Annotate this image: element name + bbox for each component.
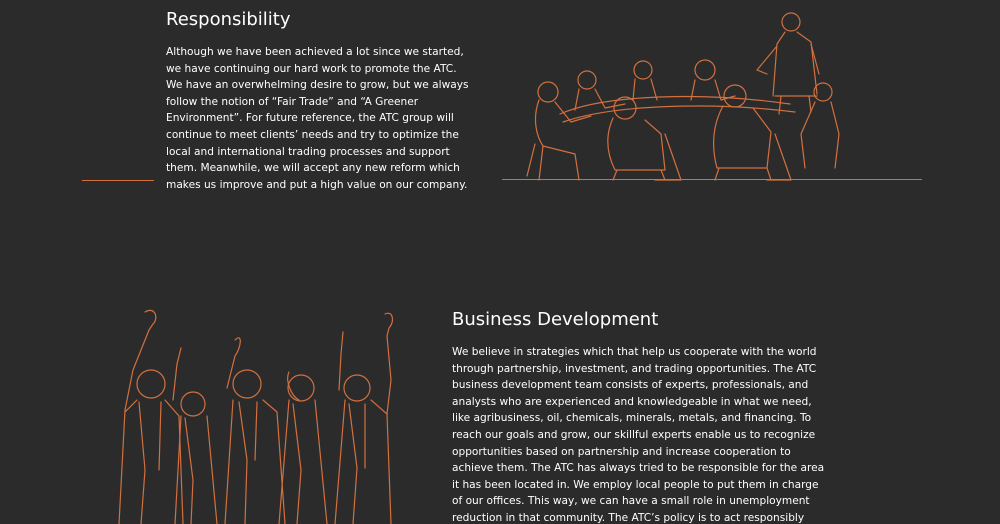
business-development-text-line: like agribusiness, oil, chemicals, miner… [452,412,812,425]
business-development-text: We believe in strategies which that help… [452,344,824,524]
responsibility-text-line: follow the notion of “Fair Trade” and “A… [166,95,419,108]
responsibility-title: Responsibility [166,9,291,30]
responsibility-text-line: them. Meanwhile, we will accept any new … [166,162,460,175]
business-development-text-line: opportunities based on partnership and i… [452,445,791,458]
celebrating-team-illustration [118,309,394,524]
responsibility-text-line: local and international trading processe… [166,145,450,158]
responsibility-text-line: We have an overwhelming desire to grow, … [166,79,469,92]
business-development-text-line: through partnership, investment, and tra… [452,362,817,375]
responsibility-text-line: makes us improve and put a high value on… [166,178,468,191]
business-development-text-line: business development team consists of ex… [452,379,809,392]
business-development-text-line: analysts who are experienced and knowled… [452,395,812,408]
responsibility-text-line: Although we have been achieved a lot sin… [166,46,464,58]
responsibility-text: Although we have been achieved a lot sin… [166,44,469,193]
business-development-text-line: reach our goals and grow, our skillful e… [452,428,816,441]
business-development-text-line: it has been located in. We employ local … [452,478,819,491]
business-development-text-line: reduction in that community. The ATC’s p… [452,511,805,524]
team-meeting-illustration [526,12,840,181]
responsibility-text-line: we have continuing our hard work to prom… [166,62,457,75]
business-development-text-line: We believe in strategies which that help… [452,346,817,358]
business-development-text-line: achieve them. The ATC has always tried t… [452,462,825,475]
business-development-title: Business Development [452,309,659,330]
business-development-text-line: of our offices. This way, we can have a … [452,495,810,508]
responsibility-text-line: Environment”. For future reference, the … [166,112,454,125]
accent-divider [82,180,154,181]
responsibility-text-line: continue to meet clients’ needs and try … [166,128,459,141]
